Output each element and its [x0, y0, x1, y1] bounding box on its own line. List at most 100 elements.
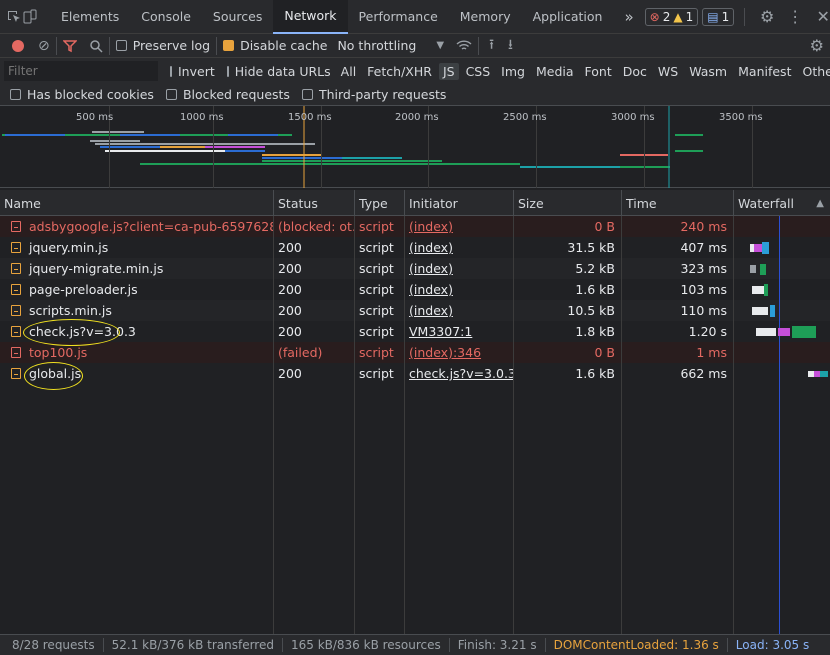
- more-tabs-button[interactable]: »: [613, 0, 644, 34]
- column-size[interactable]: Size: [514, 190, 622, 216]
- status-cell: 200: [274, 363, 355, 384]
- record-icon[interactable]: [12, 39, 24, 52]
- time-cell: 323 ms: [622, 258, 734, 279]
- type-filter-media[interactable]: Media: [532, 63, 578, 80]
- type-filter-other[interactable]: Other: [798, 63, 830, 80]
- type-filter-manifest[interactable]: Manifest: [734, 63, 795, 80]
- name-cell: top100.js: [0, 342, 274, 363]
- column-initiator[interactable]: Initiator: [405, 190, 514, 216]
- table-row[interactable]: scripts.min.js 200 script (index) 10.5 kB 110…: [0, 300, 830, 321]
- initiator-cell: check.js?v=3.0.3:1: [405, 363, 514, 384]
- inspect-element-icon[interactable]: [6, 9, 22, 25]
- type-cell: script: [355, 363, 405, 384]
- type-filter-doc[interactable]: Doc: [619, 63, 651, 80]
- preserve-log-checkbox[interactable]: [115, 40, 127, 51]
- request-status: 200: [278, 261, 302, 276]
- gear-icon[interactable]: ⚙: [755, 7, 779, 26]
- tab-performance[interactable]: Performance: [348, 0, 449, 34]
- request-name[interactable]: adsbygoogle.js?client=ca-pub-6597628849.…: [29, 219, 273, 234]
- tab-sources[interactable]: Sources: [202, 0, 273, 34]
- request-initiator[interactable]: (index): [409, 261, 453, 276]
- type-filter-fetchxhr[interactable]: Fetch/XHR: [363, 63, 436, 80]
- clear-icon[interactable]: ⊘: [38, 38, 50, 54]
- messages-badge[interactable]: ▤ 1: [702, 7, 735, 26]
- initiator-cell: (index): [405, 279, 514, 300]
- table-row[interactable]: check.js?v=3.0.3 200 script VM3307:1 1.8 kB 1…: [0, 321, 830, 342]
- filter-input[interactable]: [4, 61, 158, 81]
- type-filter-all[interactable]: All: [337, 63, 361, 80]
- chevron-down-icon[interactable]: ▼: [436, 40, 444, 51]
- more-options-icon[interactable]: ⋮: [783, 7, 807, 26]
- request-name[interactable]: scripts.min.js: [29, 303, 112, 318]
- network-settings-icon[interactable]: ⚙: [810, 36, 824, 55]
- type-filter-wasm[interactable]: Wasm: [685, 63, 731, 80]
- column-time[interactable]: Time: [622, 190, 734, 216]
- device-toolbar-icon[interactable]: [22, 9, 38, 25]
- status-bar: 8/28 requests 52.1 kB/376 kB transferred…: [0, 634, 830, 655]
- request-initiator[interactable]: VM3307:1: [409, 324, 472, 339]
- type-filter-ws[interactable]: WS: [654, 63, 682, 80]
- request-type: script: [359, 240, 394, 255]
- close-icon[interactable]: ✕: [811, 7, 830, 26]
- import-har-icon[interactable]: ⭱: [489, 34, 494, 58]
- request-initiator[interactable]: (index): [409, 282, 453, 297]
- column-status[interactable]: Status: [274, 190, 355, 216]
- request-size: 1.6 kB: [575, 282, 615, 297]
- request-time: 1 ms: [696, 345, 727, 360]
- request-name[interactable]: top100.js: [29, 345, 87, 360]
- invert-checkbox[interactable]: [170, 65, 172, 77]
- table-row[interactable]: jquery.min.js 200 script (index) 31.5 kB 407 …: [0, 237, 830, 258]
- name-cell: jquery-migrate.min.js: [0, 258, 274, 279]
- tab-console[interactable]: Console: [130, 0, 202, 34]
- request-name[interactable]: jquery.min.js: [29, 240, 108, 255]
- tab-network[interactable]: Network: [273, 0, 348, 34]
- request-name[interactable]: jquery-migrate.min.js: [29, 261, 163, 276]
- tab-application[interactable]: Application: [522, 0, 614, 34]
- request-count: 8/28 requests: [0, 638, 104, 652]
- request-initiator[interactable]: (index):346: [409, 345, 481, 360]
- column-type[interactable]: Type: [355, 190, 405, 216]
- type-filter-img[interactable]: Img: [497, 63, 529, 80]
- request-initiator[interactable]: (index): [409, 219, 453, 234]
- disable-cache-checkbox[interactable]: [223, 40, 235, 51]
- request-initiator[interactable]: (index): [409, 240, 453, 255]
- filter-icon[interactable]: [62, 39, 77, 53]
- request-initiator[interactable]: check.js?v=3.0.3:1: [409, 366, 513, 381]
- table-row[interactable]: page-preloader.js 200 script (index) 1.6 kB 1…: [0, 279, 830, 300]
- blocked-requests-label: Blocked requests: [182, 87, 290, 102]
- request-name[interactable]: page-preloader.js: [29, 282, 138, 297]
- network-conditions-icon[interactable]: [456, 39, 472, 53]
- type-filter-css[interactable]: CSS: [462, 63, 495, 80]
- status-cell: 200: [274, 258, 355, 279]
- type-filter-font[interactable]: Font: [581, 63, 616, 80]
- tab-elements[interactable]: Elements: [50, 0, 130, 34]
- request-initiator[interactable]: (index): [409, 303, 453, 318]
- search-icon[interactable]: [89, 39, 103, 53]
- table-row[interactable]: top100.js (failed) script (index):346 0 B 1 m…: [0, 342, 830, 363]
- issues-badge[interactable]: ⊗ 2 ▲ 1: [644, 7, 699, 26]
- column-waterfall[interactable]: Waterfall ▲: [734, 190, 830, 216]
- time-cell: 1.20 s: [622, 321, 734, 342]
- type-cell: script: [355, 342, 405, 363]
- column-name[interactable]: Name: [0, 190, 274, 216]
- resource-type-filters: All Fetch/XHR JS CSS Img Media Font Doc WS Wasm Ma…: [337, 62, 830, 80]
- request-size: 0 B: [594, 219, 615, 234]
- timeline-overview[interactable]: 500 ms 1000 ms 1500 ms 2000 ms 2500 ms 3000 m…: [0, 106, 830, 188]
- blocked-requests-checkbox[interactable]: [165, 89, 177, 100]
- third-party-checkbox[interactable]: [301, 89, 313, 100]
- throttling-select[interactable]: No throttling: [337, 38, 416, 53]
- table-row[interactable]: jquery-migrate.min.js 200 script (index) 5.2…: [0, 258, 830, 279]
- export-har-icon[interactable]: ⭳: [508, 34, 513, 58]
- tab-memory[interactable]: Memory: [449, 0, 522, 34]
- request-options-bar: Has blocked cookies Blocked requests Thi…: [0, 84, 830, 106]
- blocked-cookies-checkbox[interactable]: [10, 89, 21, 100]
- name-cell: scripts.min.js: [0, 300, 274, 321]
- message-count: 1: [721, 9, 730, 24]
- table-row[interactable]: adsbygoogle.js?client=ca-pub-6597628849.…: [0, 216, 830, 237]
- table-row[interactable]: global.js200scriptcheck.js?v=3.0.3:11.6 …: [0, 363, 830, 384]
- request-table-header: Name Status Type Initiator Size Time Wat…: [0, 190, 830, 216]
- type-filter-js[interactable]: JS: [438, 62, 459, 80]
- hide-data-urls-checkbox[interactable]: [226, 65, 229, 77]
- request-status: 200: [278, 324, 302, 339]
- size-cell: 10.5 kB: [514, 300, 622, 321]
